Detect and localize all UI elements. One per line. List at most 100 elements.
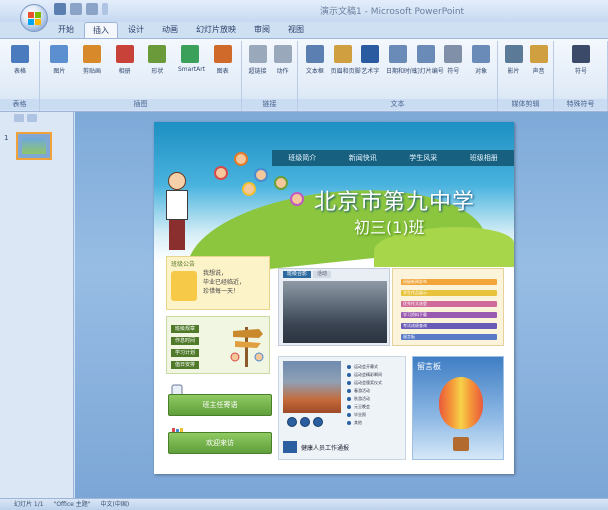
ribbon-group-label: 媒体剪辑 xyxy=(498,99,553,110)
sports-list-item[interactable]: 元旦晚会 xyxy=(347,403,403,411)
sports-photo xyxy=(283,361,341,413)
bottom-caption[interactable]: 健康人员工作通报 xyxy=(301,443,349,452)
ribbon-button-label: 对象 xyxy=(475,68,488,75)
sports-list-item[interactable]: 毕业照 xyxy=(347,411,403,419)
status-bar: 幻灯片 1/1 "Office 主题" 中文(中国) xyxy=(0,498,608,510)
tab[interactable]: 开始 xyxy=(50,22,82,38)
sports-list-item[interactable]: 春游活动 xyxy=(347,387,403,395)
ribbon-button[interactable]: 艺术字 xyxy=(358,45,382,75)
sports-list-item[interactable]: 运动会颁奖仪式 xyxy=(347,379,403,387)
ribbon-button[interactable]: SmartArt xyxy=(178,45,205,73)
ribbon-button[interactable]: 影片 xyxy=(502,45,526,75)
shapes-icon xyxy=(148,45,167,63)
ribbon-group: 表格 表格 xyxy=(0,41,40,111)
nav-link[interactable]: 新闻快讯 xyxy=(349,153,377,163)
tab[interactable]: 幻灯片放映 xyxy=(188,22,244,38)
link-text: 留言板 xyxy=(403,334,415,339)
welcome-button[interactable]: 欢迎来访 xyxy=(168,432,272,454)
sports-list-item[interactable]: 秋游活动 xyxy=(347,395,403,403)
ribbon-button-label: 形状 xyxy=(151,68,164,75)
undo-icon[interactable] xyxy=(70,3,82,15)
rule-label[interactable]: 值日安排 xyxy=(171,361,199,369)
ribbon-button-label: 相册 xyxy=(118,68,131,75)
ribbon-button-label: 艺术字 xyxy=(361,68,380,75)
ribbon-button-label: 声音 xyxy=(532,68,545,75)
ribbon-button[interactable]: 形状 xyxy=(145,45,169,75)
object-icon xyxy=(472,45,491,63)
hot-air-balloon-icon xyxy=(439,377,483,429)
tab[interactable]: 插入 xyxy=(84,22,118,38)
slide-thumbnail-number: 1 xyxy=(4,134,9,142)
rule-label[interactable]: 作息时间 xyxy=(171,337,199,345)
ribbon-button-label: 表格 xyxy=(13,68,26,75)
tab[interactable]: 动画 xyxy=(154,22,186,38)
ribbon-button[interactable]: 图表 xyxy=(211,45,235,75)
picture-icon xyxy=(50,45,69,63)
ribbon-group: 超链接 动作链接 xyxy=(242,41,298,111)
office-button[interactable] xyxy=(20,4,48,32)
slide-thumbnail[interactable] xyxy=(16,132,52,160)
ribbon-button[interactable]: 文本框 xyxy=(303,45,327,75)
balloon-basket-icon xyxy=(453,437,469,451)
link-text: 考试成绩查询 xyxy=(403,323,427,328)
language-indicator[interactable]: 中文(中国) xyxy=(101,499,130,510)
nav-link[interactable]: 班级相册 xyxy=(470,153,498,163)
pager-dot-icon[interactable] xyxy=(313,417,323,427)
ribbon-button-label: 超链接 xyxy=(248,68,267,75)
ribbon-button-label: 图表 xyxy=(216,68,229,75)
ribbon-button[interactable]: 声音 xyxy=(527,45,551,75)
ribbon-button[interactable]: 页眉和页脚 xyxy=(330,45,361,75)
nav-link[interactable]: 学生风采 xyxy=(409,153,437,163)
message-board-title[interactable]: 留言板 xyxy=(417,361,441,372)
table-icon xyxy=(11,45,29,63)
window-title: 演示文稿1 - Microsoft PowerPoint xyxy=(320,7,465,17)
redo-icon[interactable] xyxy=(86,3,98,15)
outline-tab-icon[interactable] xyxy=(27,114,37,122)
rule-label[interactable]: 班级规章 xyxy=(171,325,199,333)
photo-tab[interactable]: 活动 xyxy=(313,271,332,278)
clipart-icon xyxy=(83,45,101,63)
ribbon-button-label: 动作 xyxy=(276,68,289,75)
signpost-kids-icon xyxy=(230,327,264,367)
sports-list-item[interactable]: 运动会开幕式 xyxy=(347,363,403,371)
ribbon-button-label: 幻灯片编号 xyxy=(413,68,444,75)
slide-number-icon xyxy=(416,45,435,63)
link-item[interactable] xyxy=(401,334,497,340)
ribbon-button[interactable]: 符号 xyxy=(441,45,465,75)
link-text: 学习资料下载 xyxy=(403,312,427,317)
theme-name: "Office 主题" xyxy=(53,501,91,508)
ribbon-button[interactable]: 对象 xyxy=(469,45,493,75)
photo-tabs: 班级合影 活动 xyxy=(283,271,332,278)
ribbon-button-label: 页眉和页脚 xyxy=(330,68,361,75)
pager-dot-icon[interactable] xyxy=(287,417,297,427)
slide-editing-area: 班级简介 新闻快讯 学生风采 班级相册 北京市第九中学 初三(1)班 班级公告 … xyxy=(75,112,608,498)
sports-list-item[interactable]: 其他 xyxy=(347,419,403,427)
ribbon-button[interactable]: 超链接 xyxy=(246,45,270,75)
ribbon-button[interactable]: 符号 xyxy=(569,45,593,75)
slide-canvas[interactable]: 班级简介 新闻快讯 学生风采 班级相册 北京市第九中学 初三(1)班 班级公告 … xyxy=(154,122,514,474)
photo-tab[interactable]: 班级合影 xyxy=(283,271,312,278)
tab[interactable]: 视图 xyxy=(280,22,312,38)
ribbon-button-label: 影片 xyxy=(507,68,520,75)
ribbon-button[interactable]: 日期和时间 xyxy=(386,45,417,75)
ribbon-button[interactable]: 剪贴画 xyxy=(80,45,104,75)
teacher-message-button[interactable]: 班主任寄语 xyxy=(168,394,272,416)
qat-dropdown-icon[interactable] xyxy=(102,3,108,15)
ribbon-button[interactable]: 表格 xyxy=(8,45,32,75)
ribbon-button[interactable]: 图片 xyxy=(47,45,71,75)
ribbon-group-label: 文本 xyxy=(298,99,497,110)
tab[interactable]: 设计 xyxy=(120,22,152,38)
rule-label[interactable]: 学习计划 xyxy=(171,349,199,357)
ribbon-button[interactable]: 相册 xyxy=(113,45,137,75)
sports-list-item[interactable]: 运动会精彩瞬间 xyxy=(347,371,403,379)
save-icon[interactable] xyxy=(54,3,66,15)
ribbon-group-label: 链接 xyxy=(242,99,297,110)
ribbon-button[interactable]: 动作 xyxy=(271,45,295,75)
pager-dot-icon[interactable] xyxy=(300,417,310,427)
ribbon-button-label: 日期和时间 xyxy=(386,68,417,75)
notice-text: 我想说， 毕业已经临近， 珍惜每一天！ xyxy=(203,270,246,295)
tab[interactable]: 审阅 xyxy=(246,22,278,38)
notice-title: 班级公告 xyxy=(171,261,196,268)
ribbon-button[interactable]: 幻灯片编号 xyxy=(413,45,444,75)
slides-tab-icon[interactable] xyxy=(14,114,24,122)
